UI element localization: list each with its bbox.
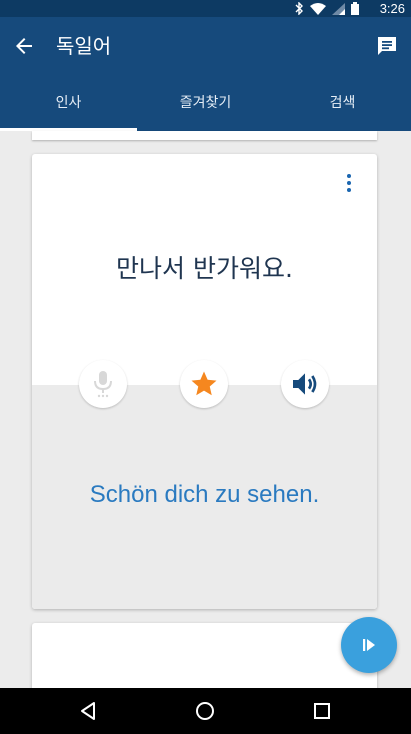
previous-card xyxy=(32,131,377,140)
nav-home-icon[interactable] xyxy=(193,699,217,723)
wifi-icon xyxy=(310,2,326,15)
page-title: 독일어 xyxy=(56,34,112,58)
play-all-button[interactable] xyxy=(341,617,397,673)
nav-back-icon[interactable] xyxy=(76,699,100,723)
status-bar: 3:26 xyxy=(0,0,411,17)
tab-search[interactable]: 검색 xyxy=(274,75,411,131)
translated-phrase: Schön dich zu sehen. xyxy=(89,481,320,508)
status-time: 3:26 xyxy=(379,1,405,16)
source-phrase: 만나서 반가워요. xyxy=(116,254,293,283)
nav-recents-icon[interactable] xyxy=(310,699,334,723)
signal-icon xyxy=(332,2,345,15)
play-audio-button[interactable] xyxy=(281,360,329,408)
speaker-icon xyxy=(293,373,317,395)
star-icon xyxy=(191,371,217,396)
bluetooth-icon xyxy=(295,2,303,15)
tab-bar: 인사 즐겨찾기 검색 xyxy=(0,75,411,131)
battery-icon xyxy=(351,2,359,15)
favorite-button[interactable] xyxy=(180,360,228,408)
app-bar: 독일어 xyxy=(0,17,411,75)
chat-icon[interactable] xyxy=(375,34,399,58)
status-icons xyxy=(294,2,359,15)
more-vert-icon[interactable] xyxy=(343,174,355,194)
system-nav-bar xyxy=(0,688,411,734)
play-icon xyxy=(363,639,375,651)
microphone-button[interactable] xyxy=(79,360,127,408)
arrow-left-icon[interactable] xyxy=(12,34,36,58)
phrase-card: 만나서 반가워요. Schön dich zu sehen. xyxy=(32,154,377,609)
tab-greetings[interactable]: 인사 xyxy=(0,75,137,131)
microphone-icon xyxy=(94,371,112,398)
tab-favorites[interactable]: 즐겨찾기 xyxy=(137,75,274,131)
